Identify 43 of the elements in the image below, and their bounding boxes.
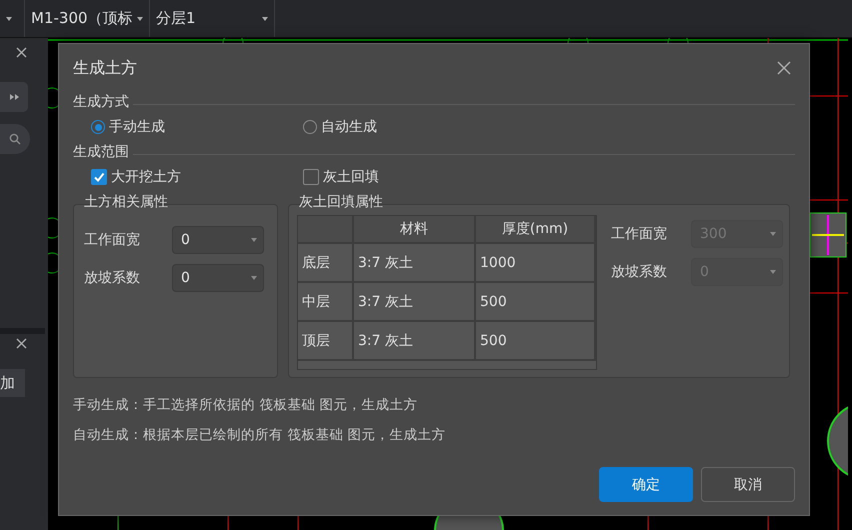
column-header: 材料 <box>354 216 476 242</box>
checkbox-option[interactable]: 大开挖土方 <box>91 168 303 186</box>
combo-field[interactable]: 0 <box>172 264 264 292</box>
search-icon <box>9 133 21 145</box>
radio-option[interactable]: 自动生成 <box>303 118 515 136</box>
close-icon[interactable] <box>16 338 27 349</box>
layer-dropdown[interactable]: 分层1 <box>150 0 275 37</box>
field-label: 工作面宽 <box>84 231 141 249</box>
caret-icon <box>6 16 12 20</box>
group-title: 灰土回填属性 <box>299 193 383 211</box>
field-label: 放坡系数 <box>84 269 141 287</box>
layer-dropdown[interactable]: M1-300（顶标 <box>25 0 150 37</box>
note-text: 自动生成：根据本层已绘制的所有 筏板基础 图元，生成土方 <box>73 426 447 444</box>
note-text: 手动生成：手工选择所依据的 筏板基础 图元，生成土方 <box>73 396 419 414</box>
close-icon[interactable] <box>16 47 27 58</box>
checkbox-option[interactable]: 灰土回填 <box>303 168 515 186</box>
table-cell: 3:7 灰土 <box>354 244 476 281</box>
double-arrow-icon <box>10 94 18 100</box>
row-header: 中层 <box>298 283 354 320</box>
field-label: 放坡系数 <box>611 263 668 281</box>
combo-field[interactable]: 0 <box>172 226 264 254</box>
row-header: 底层 <box>298 244 354 281</box>
caret-icon <box>137 16 143 20</box>
panel-tab[interactable]: 加 <box>0 369 25 397</box>
column-header: 厚度(mm) <box>476 216 596 242</box>
table-cell: 3:7 灰土 <box>354 322 476 359</box>
expand-button[interactable] <box>0 82 28 112</box>
section-label: 生成范围 <box>73 143 129 161</box>
cancel-button[interactable]: 取消 <box>701 467 795 502</box>
table-cell: 1000 <box>476 244 596 281</box>
radio-option[interactable]: 手动生成 <box>91 118 303 136</box>
dialog-title: 生成土方 <box>73 58 137 78</box>
search-button[interactable] <box>0 124 30 154</box>
section-label: 生成方式 <box>73 93 129 111</box>
table-cell: 500 <box>476 322 596 359</box>
confirm-button[interactable]: 确定 <box>599 467 693 502</box>
field-label: 工作面宽 <box>611 225 668 243</box>
row-header: 顶层 <box>298 322 354 359</box>
close-icon[interactable] <box>777 61 791 75</box>
table-cell: 500 <box>476 283 596 320</box>
group-title: 土方相关属性 <box>84 193 168 211</box>
table-cell: 3:7 灰土 <box>354 283 476 320</box>
caret-icon <box>262 16 268 20</box>
